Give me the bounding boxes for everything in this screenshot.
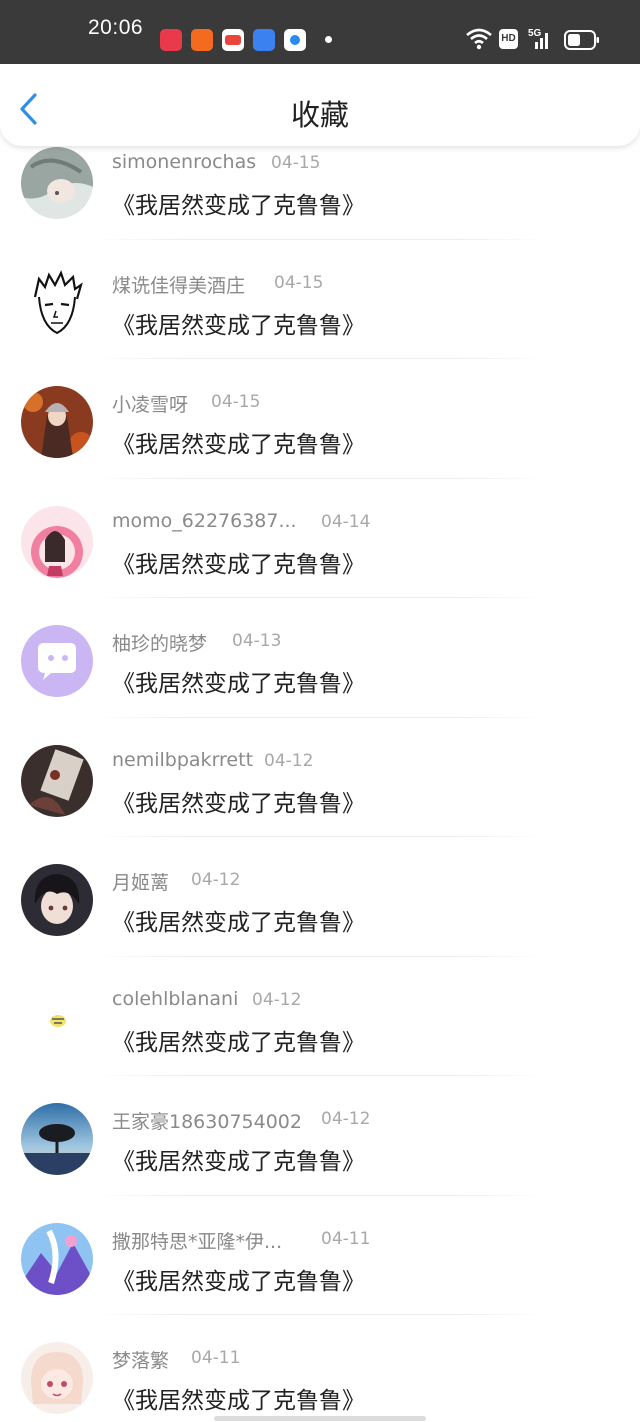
favorite-work-title[interactable]: 《我居然变成了克鲁鲁》 xyxy=(112,1262,365,1296)
avatar-tree-sunset[interactable] xyxy=(21,1103,93,1175)
favorite-user-name[interactable]: 小凌雪呀 xyxy=(112,390,188,417)
favorite-item[interactable]: 梦落繁 04-11 《我居然变成了克鲁鲁》 xyxy=(0,1315,640,1422)
home-indicator[interactable] xyxy=(214,1416,426,1421)
favorite-item[interactable]: momo_62276387... 04-14 《我居然变成了克鲁鲁》 xyxy=(0,479,640,598)
browser-app-icon xyxy=(284,29,306,51)
favorite-work-title[interactable]: 《我居然变成了克鲁鲁》 xyxy=(112,425,365,459)
more-notifications-dot xyxy=(325,36,332,43)
favorite-work-title[interactable]: 《我居然变成了克鲁鲁》 xyxy=(112,1142,365,1176)
avatar-default-chat[interactable] xyxy=(21,625,93,697)
favorite-user-name[interactable]: 梦落繁 xyxy=(112,1346,169,1373)
favorite-item[interactable]: nemilbpakrrett 04-12 《我居然变成了克鲁鲁》 xyxy=(0,718,640,837)
page-title: 收藏 xyxy=(290,98,349,132)
kuaishou-app-icon xyxy=(191,29,213,51)
favorite-item[interactable]: simonenrochas 04-15 《我居然变成了克鲁鲁》 xyxy=(0,146,640,240)
favorite-item[interactable]: 撒那特思*亚隆*伊... 04-11 《我居然变成了克鲁鲁》 xyxy=(0,1196,640,1315)
favorite-user-name[interactable]: 王家豪18630754002 xyxy=(112,1107,302,1134)
xiaohongshu-app-icon xyxy=(160,29,182,51)
avatar-chibi-girl[interactable] xyxy=(21,1342,93,1414)
favorite-work-title[interactable]: 《我居然变成了克鲁鲁》 xyxy=(112,186,365,220)
avatar-blue-fantasy[interactable] xyxy=(21,1222,93,1295)
status-bar: 20:06 HD 5G xyxy=(0,0,640,64)
favorite-date: 04-15 xyxy=(274,272,324,293)
favorite-date: 04-11 xyxy=(191,1348,241,1368)
favorite-user-name[interactable]: 撒那特思*亚隆*伊... xyxy=(112,1227,282,1254)
favorite-item[interactable]: colehlblanani 04-12 《我居然变成了克鲁鲁》 xyxy=(0,957,640,1076)
favorite-user-name[interactable]: colehlblanani xyxy=(112,988,238,1010)
favorite-item[interactable]: 月姬蓠 04-12 《我居然变成了克鲁鲁》 xyxy=(0,837,640,957)
favorite-date: 04-12 xyxy=(264,750,314,771)
favorite-user-name[interactable]: 月姬蓠 xyxy=(112,868,169,895)
favorite-date: 04-14 xyxy=(321,511,371,532)
favorite-item[interactable]: 柚珍的晓梦 04-13 《我居然变成了克鲁鲁》 xyxy=(0,598,640,718)
favorite-date: 04-15 xyxy=(271,153,321,173)
favorite-user-name[interactable]: 煤诜佳得美酒庄 xyxy=(112,271,245,298)
avatar-gray-hair[interactable] xyxy=(21,147,93,219)
favorite-work-title[interactable]: 《我居然变成了克鲁鲁》 xyxy=(112,1381,365,1415)
favorite-date: 04-12 xyxy=(252,989,302,1010)
favorite-date: 04-13 xyxy=(232,631,282,651)
top-navigation-bar: 收藏 xyxy=(0,64,640,146)
favorite-work-title[interactable]: 《我居然变成了克鲁鲁》 xyxy=(112,664,365,698)
favorite-work-title[interactable]: 《我居然变成了克鲁鲁》 xyxy=(112,784,365,818)
avatar-autumn-girl[interactable] xyxy=(21,386,93,458)
favorite-item[interactable]: 小凌雪呀 04-15 《我居然变成了克鲁鲁》 xyxy=(0,359,640,479)
favorite-user-name[interactable]: momo_62276387... xyxy=(112,510,297,532)
avatar-sketch-face[interactable] xyxy=(21,266,93,339)
avatar-pink-circle[interactable] xyxy=(21,505,93,578)
favorite-user-name[interactable]: simonenrochas xyxy=(112,151,256,173)
favorite-date: 04-11 xyxy=(321,1228,371,1249)
avatar-small-sticker[interactable] xyxy=(21,983,93,1056)
battery-icon xyxy=(564,30,599,50)
favorite-item[interactable]: 王家豪18630754002 04-12 《我居然变成了克鲁鲁》 xyxy=(0,1076,640,1196)
wifi-icon xyxy=(466,28,492,50)
favorite-user-name[interactable]: 柚珍的晓梦 xyxy=(112,629,207,656)
favorite-work-title[interactable]: 《我居然变成了克鲁鲁》 xyxy=(112,545,365,579)
favorite-work-title[interactable]: 《我居然变成了克鲁鲁》 xyxy=(112,306,365,340)
favorite-work-title[interactable]: 《我居然变成了克鲁鲁》 xyxy=(112,1023,365,1057)
chat-app-icon xyxy=(253,29,275,51)
favorite-item[interactable]: 煤诜佳得美酒庄 04-15 《我居然变成了克鲁鲁》 xyxy=(0,240,640,359)
hd-icon: HD xyxy=(499,29,518,49)
favorite-user-name[interactable]: nemilbpakrrett xyxy=(112,749,253,771)
favorite-date: 04-15 xyxy=(211,392,261,412)
signal-icon xyxy=(535,33,548,49)
status-time: 20:06 xyxy=(88,16,144,39)
favorite-date: 04-12 xyxy=(321,1109,371,1129)
game-app-icon xyxy=(222,29,244,51)
favorite-work-title[interactable]: 《我居然变成了克鲁鲁》 xyxy=(112,903,365,937)
favorites-list: simonenrochas 04-15 《我居然变成了克鲁鲁》 煤诜佳得美酒庄 04-1… xyxy=(0,146,640,1422)
favorite-date: 04-12 xyxy=(191,870,241,890)
avatar-dark-hair-boy[interactable] xyxy=(21,864,93,936)
avatar-dark-card[interactable] xyxy=(21,744,93,817)
